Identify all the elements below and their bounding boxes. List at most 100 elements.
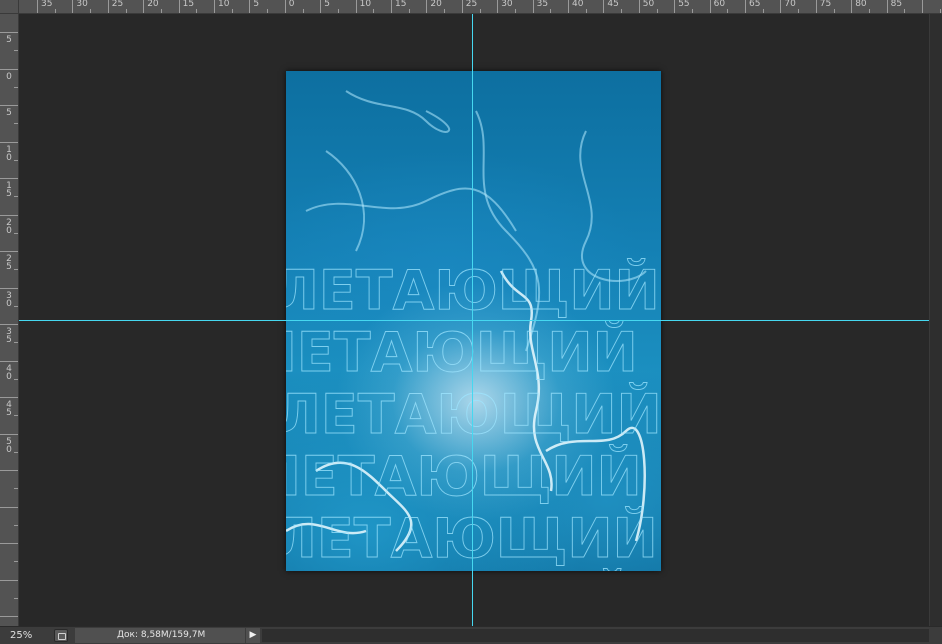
- ruler-label: 10: [6, 144, 12, 163]
- ruler-tick: [709, 0, 711, 13]
- ruler-tick: [426, 0, 428, 13]
- ruler-label: 10: [218, 0, 230, 9]
- ruler-tick: [0, 579, 18, 581]
- ruler-tick: [355, 0, 357, 13]
- vertical-ruler[interactable]: 505101520253035404550: [0, 14, 19, 626]
- horizontal-ruler[interactable]: 35 30 25 20 15 10 5 0 5 10 15 20 25 30 35 40 45 50 55 60 65 7…: [19, 0, 942, 14]
- document-size-info: Док: 8,58M/159,7M: [75, 628, 245, 643]
- ruler-tick: [14, 232, 18, 234]
- ruler-tick: [14, 378, 18, 380]
- ruler-label: 85: [890, 0, 903, 9]
- light-streak: [325, 150, 365, 252]
- ruler-tick: [14, 415, 18, 417]
- ruler-label: 40: [6, 363, 12, 382]
- document-info-icon[interactable]: [54, 629, 68, 642]
- ruler-tick: [72, 0, 74, 13]
- document-canvas[interactable]: ЛЕТАЮЩИЙ ЛЕТАЮЩИЙ ЛЕТАЮЩИЙ ЛЕТАЮЩИЙ ЛЕТА…: [286, 71, 661, 571]
- ruler-tick: [0, 141, 18, 143]
- ruler-tick: [833, 9, 835, 13]
- ruler-label: 5: [324, 0, 330, 9]
- ruler-tick: [745, 0, 746, 13]
- ruler-tick: [727, 9, 729, 13]
- ruler-label: 0: [6, 71, 12, 82]
- ruler-label: 0: [288, 0, 295, 9]
- ruler-label: 10: [359, 0, 372, 9]
- ruler-tick: [196, 9, 198, 13]
- light-streak: [345, 90, 451, 133]
- ruler-origin-corner[interactable]: [0, 0, 19, 14]
- outlined-title-line: ЛЕТАЮЩИЙ: [286, 569, 636, 571]
- outlined-title-line: ЛЕТАЮЩИЙ: [286, 445, 642, 508]
- status-bar: 25% Док: 8,58M/159,7M ▶: [0, 626, 942, 644]
- ruler-tick: [939, 9, 941, 13]
- ruler-label: 25: [6, 254, 12, 272]
- ruler-tick: [214, 0, 215, 13]
- ruler-tick: [638, 0, 640, 13]
- ruler-tick: [143, 0, 145, 13]
- ruler-tick: [14, 159, 18, 161]
- ruler-tick: [125, 9, 127, 13]
- ruler-tick: [780, 0, 782, 13]
- ruler-tick: [0, 105, 18, 106]
- ruler-tick: [14, 269, 18, 271]
- ruler-tick: [0, 251, 18, 252]
- ruler-tick: [815, 0, 817, 13]
- ruler-tick: [0, 433, 18, 435]
- ruler-label: 20: [6, 217, 12, 236]
- outlined-title-line: ЛЕТАЮЩИЙ: [286, 383, 661, 446]
- ruler-tick: [0, 470, 18, 471]
- ruler-tick: [337, 9, 339, 13]
- ruler-tick: [532, 0, 534, 13]
- status-menu-arrow-icon[interactable]: ▶: [246, 628, 260, 643]
- ruler-tick: [0, 214, 18, 216]
- ruler-tick: [0, 397, 18, 398]
- ruler-tick: [408, 9, 410, 13]
- ruler-tick: [0, 360, 18, 362]
- ruler-label: 30: [76, 0, 88, 9]
- vertical-scrollbar[interactable]: [929, 14, 942, 626]
- ruler-label: 75: [819, 0, 832, 9]
- ruler-tick: [302, 9, 304, 13]
- horizontal-guide[interactable]: [19, 320, 929, 321]
- ruler-label: 70: [784, 0, 796, 9]
- ruler-tick: [868, 9, 870, 13]
- ruler-tick: [444, 9, 446, 13]
- ruler-label: 5: [6, 35, 12, 45]
- ruler-label: 30: [6, 290, 12, 309]
- ruler-tick: [904, 9, 906, 13]
- ruler-tick: [14, 342, 18, 344]
- ruler-tick: [14, 561, 18, 563]
- ruler-tick: [14, 451, 18, 453]
- ruler-tick: [762, 9, 764, 13]
- ruler-tick: [0, 178, 18, 179]
- ruler-tick: [798, 9, 800, 13]
- ruler-label: 15: [6, 181, 12, 199]
- ruler-tick: [54, 9, 56, 13]
- ruler-tick: [14, 123, 18, 125]
- outlined-title-line: ЛЕТАЮЩИЙ: [286, 321, 638, 384]
- ruler-tick: [461, 0, 463, 13]
- ruler-label: 50: [642, 0, 655, 9]
- ruler-tick: [568, 0, 569, 13]
- ruler-tick: [249, 0, 251, 13]
- ruler-label: 25: [465, 0, 478, 9]
- ruler-label: 15: [395, 0, 407, 9]
- ruler-tick: [178, 0, 180, 13]
- ruler-tick: [267, 9, 269, 13]
- ruler-tick: [90, 9, 92, 13]
- ruler-label: 35: [6, 327, 12, 345]
- zoom-level[interactable]: 25%: [10, 630, 32, 641]
- ruler-tick: [514, 9, 516, 13]
- ruler-label: 35: [41, 0, 53, 9]
- ruler-label: 35: [536, 0, 549, 9]
- horizontal-scrollbar[interactable]: [262, 629, 929, 642]
- ruler-label: 45: [6, 400, 12, 418]
- ruler-tick: [284, 0, 286, 13]
- ruler-tick: [14, 597, 18, 599]
- ruler-tick: [14, 196, 18, 198]
- ruler-tick: [603, 0, 605, 13]
- ruler-label: 20: [430, 0, 442, 9]
- ruler-tick: [585, 9, 587, 13]
- ruler-tick: [0, 68, 18, 70]
- ruler-label: 30: [501, 0, 513, 9]
